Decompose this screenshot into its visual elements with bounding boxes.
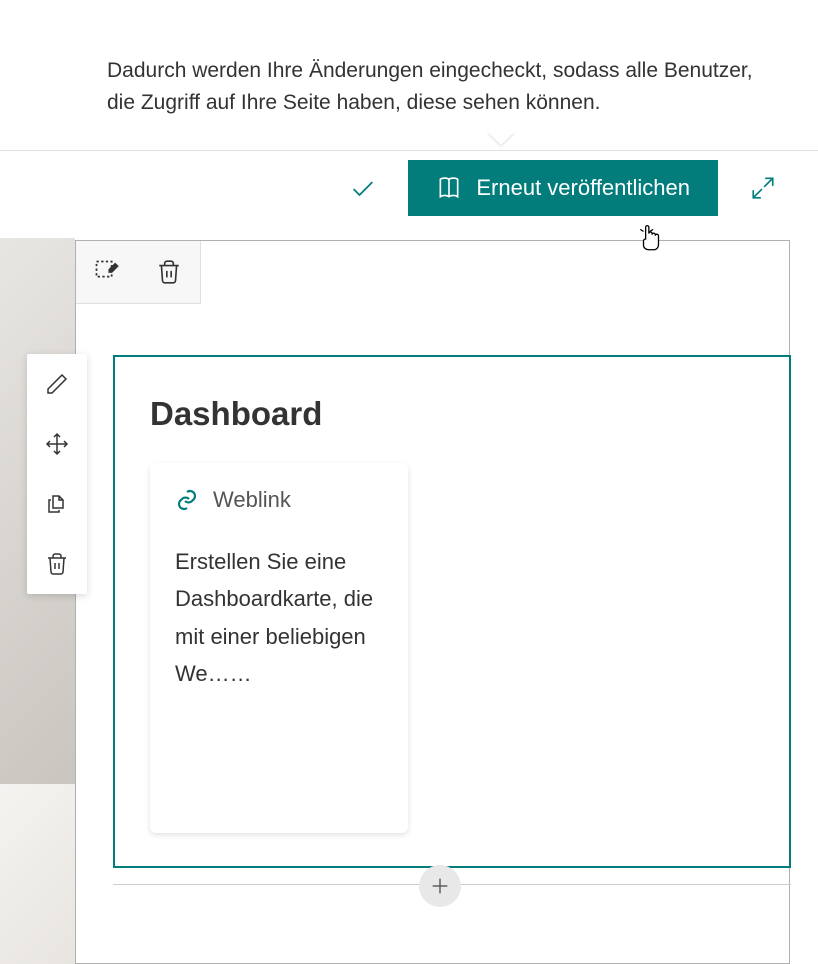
section-toolbar	[76, 241, 201, 304]
save-draft-button[interactable]	[338, 163, 388, 213]
dashboard-webpart[interactable]: Dashboard Weblink Erstellen Sie eine Das…	[113, 355, 791, 868]
checkmark-icon	[349, 174, 377, 202]
book-icon	[436, 175, 462, 201]
card-title: Weblink	[213, 487, 291, 513]
tooltip: Dadurch werden Ihre Änderungen eingechec…	[87, 40, 788, 133]
background-image-strip-lower	[0, 784, 75, 964]
card-description: Erstellen Sie eine Dashboardkarte, die m…	[175, 543, 383, 693]
edit-section-button[interactable]	[76, 241, 138, 303]
edit-webpart-button[interactable]	[27, 354, 87, 414]
expand-icon	[750, 175, 776, 201]
tooltip-arrow	[487, 131, 515, 145]
dashed-edit-icon	[93, 258, 121, 286]
pencil-icon	[45, 372, 69, 396]
publish-button-label: Erneut veröffentlichen	[476, 175, 690, 201]
trash-icon	[45, 552, 69, 576]
move-icon	[45, 432, 69, 456]
copy-icon	[45, 492, 69, 516]
duplicate-webpart-button[interactable]	[27, 474, 87, 534]
move-webpart-button[interactable]	[27, 414, 87, 474]
expand-button[interactable]	[738, 163, 788, 213]
trash-icon	[156, 259, 182, 285]
toolbar-divider	[0, 150, 818, 151]
republish-button[interactable]: Erneut veröffentlichen	[408, 160, 718, 216]
link-icon	[175, 488, 199, 512]
delete-webpart-button[interactable]	[27, 534, 87, 594]
dashboard-title: Dashboard	[115, 357, 789, 453]
webpart-toolbar	[27, 354, 87, 594]
tooltip-text: Dadurch werden Ihre Änderungen eingechec…	[107, 59, 753, 114]
dashboard-card[interactable]: Weblink Erstellen Sie eine Dashboardkart…	[150, 463, 408, 833]
delete-section-button[interactable]	[138, 241, 200, 303]
plus-icon	[429, 875, 451, 897]
add-section-button[interactable]	[419, 865, 461, 907]
top-toolbar: Erneut veröffentlichen	[338, 160, 818, 216]
card-header: Weblink	[175, 487, 383, 513]
